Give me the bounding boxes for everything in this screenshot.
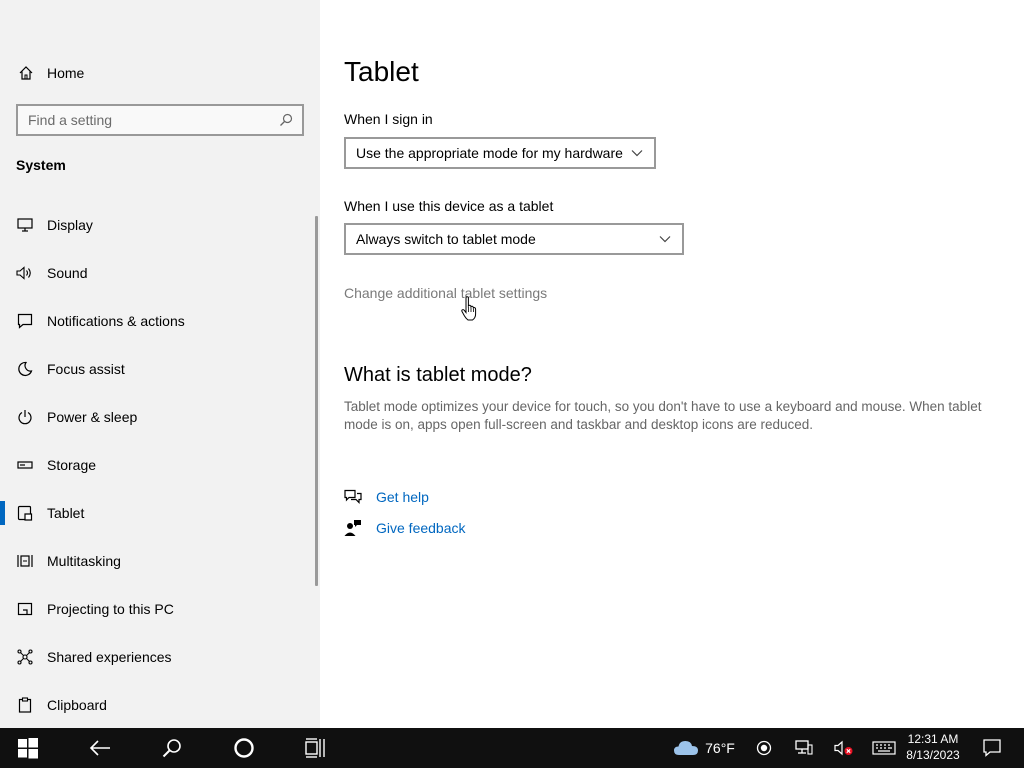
cortana-button[interactable] [220,728,268,768]
windows-logo-icon [18,738,38,759]
sidebar-item-sound[interactable]: Sound [0,249,314,297]
sidebar-item-label: Sound [47,265,88,281]
sidebar-item-tablet[interactable]: Tablet [0,489,314,537]
sidebar-item-label: Storage [47,457,97,473]
section-title: System [16,157,66,173]
keyboard-icon [872,741,896,755]
back-button[interactable] [76,728,124,768]
tablet-mode-dropdown[interactable]: Always switch to tablet mode [344,223,684,255]
network-tray-button[interactable] [792,728,816,768]
taskbar-clock[interactable]: 12:31 AM 8/13/2023 [898,731,968,763]
page-title: Tablet [344,56,419,87]
record-tray-button[interactable] [752,728,776,768]
sign-in-mode-dropdown[interactable]: Use the appropriate mode for my hardware [344,137,656,169]
speaker-icon [16,264,34,282]
chevron-down-icon [630,146,644,160]
search-icon [162,739,181,758]
sidebar-item-label: Notifications & actions [47,313,185,329]
main-content: Tablet When I sign in Use the appropriat… [344,0,1004,728]
power-icon [16,408,34,426]
sign-in-mode-value: Use the appropriate mode for my hardware [356,145,623,161]
sidebar-item-shared-experiences[interactable]: Shared experiences [0,633,314,681]
shared-icon [16,648,34,666]
sidebar-item-notifications[interactable]: Notifications & actions [0,297,314,345]
monitor-icon [16,216,34,234]
tablet-mode-value: Always switch to tablet mode [356,231,536,247]
sidebar-item-label: Tablet [47,505,85,521]
clipboard-icon [16,696,34,714]
sidebar-item-label: Focus assist [47,361,125,377]
record-icon [756,740,772,756]
chevron-down-icon [658,232,672,246]
storage-icon [16,456,34,474]
volume-tray-button[interactable] [832,728,856,768]
home-icon [16,63,36,83]
cloud-icon [674,741,699,755]
search-taskbar-button[interactable] [148,728,196,768]
clock-date: 8/13/2023 [906,748,960,762]
sidebar-item-label: Display [47,217,93,233]
moon-icon [16,360,34,378]
notification-center-icon [983,739,1001,757]
task-view-icon [305,738,325,758]
get-help-link[interactable]: Get help [344,487,429,507]
what-is-tablet-mode-heading: What is tablet mode? [344,364,532,386]
sidebar-item-label: Clipboard [47,697,107,713]
network-icon [795,740,813,755]
sidebar-item-display[interactable]: Display [0,201,314,249]
weather-temperature: 76°F [705,740,735,756]
sign-in-label: When I sign in [344,111,433,127]
search-box[interactable] [16,104,304,136]
home-nav-item[interactable]: Home [16,62,84,84]
sidebar-item-focus-assist[interactable]: Focus assist [0,345,314,393]
home-label: Home [47,65,85,81]
back-arrow-icon [89,740,110,756]
get-help-label: Get help [376,489,429,505]
feedback-icon [344,519,362,537]
taskbar: 76°F 12:31 AM 8/13/2023 [0,728,1024,768]
sidebar-item-storage[interactable]: Storage [0,441,314,489]
notification-icon [16,312,34,330]
sidebar-item-power-sleep[interactable]: Power & sleep [0,393,314,441]
tablet-mode-description: Tablet mode optimizes your device for to… [344,399,982,432]
volume-muted-icon [834,740,853,756]
sidebar-item-projecting[interactable]: Projecting to this PC [0,585,314,633]
give-feedback-link[interactable]: Give feedback [344,518,466,538]
help-chat-icon [344,488,362,506]
search-input[interactable] [28,112,278,128]
change-additional-tablet-settings-link[interactable]: Change additional tablet settings [344,285,547,301]
give-feedback-label: Give feedback [376,520,466,536]
cortana-icon [234,738,254,758]
sidebar-item-multitasking[interactable]: Multitasking [0,537,314,585]
keyboard-tray-button[interactable] [870,728,898,768]
action-center-button[interactable] [980,728,1004,768]
sidebar-item-clipboard[interactable]: Clipboard [0,681,314,729]
sidebar: Home System Display Sound Notifications … [0,0,320,728]
search-icon[interactable] [278,112,294,128]
start-button[interactable] [4,728,52,768]
clock-time: 12:31 AM [907,732,959,746]
sidebar-item-label: Shared experiences [47,649,172,665]
sidebar-scrollbar[interactable] [315,216,318,586]
multitasking-icon [16,552,34,570]
sidebar-item-label: Power & sleep [47,409,138,425]
sidebar-nav: Display Sound Notifications & actions Fo… [0,201,314,729]
tablet-use-label: When I use this device as a tablet [344,198,554,214]
task-view-button[interactable] [292,728,340,768]
projector-icon [16,600,34,618]
hand-cursor-icon [461,296,477,321]
tablet-icon [16,504,34,522]
sidebar-item-label: Projecting to this PC [47,601,174,617]
weather-widget[interactable]: 76°F [670,728,738,768]
sidebar-item-label: Multitasking [47,553,121,569]
